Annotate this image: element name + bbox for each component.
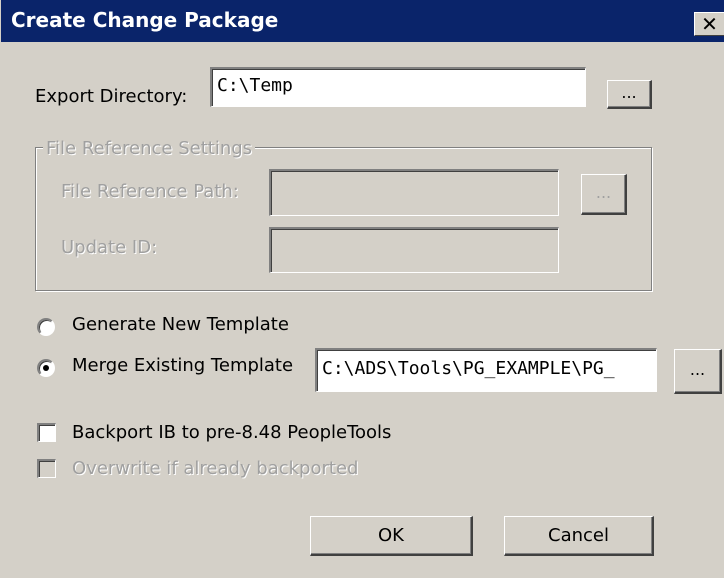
file-reference-settings-legend: File Reference Settings — [43, 138, 256, 159]
merge-template-browse-button[interactable]: ... — [674, 349, 722, 394]
overwrite-checkbox[interactable] — [37, 459, 56, 478]
window-title: Create Change Package — [11, 8, 279, 32]
file-reference-path-input[interactable] — [269, 169, 559, 216]
merge-existing-template-radio[interactable] — [37, 359, 55, 377]
backport-label[interactable]: Backport IB to pre-8.48 PeopleTools — [72, 422, 391, 443]
ok-button[interactable]: OK — [310, 516, 473, 556]
close-button[interactable]: ✕ — [694, 12, 724, 36]
file-reference-browse-button[interactable]: ... — [581, 174, 627, 215]
backport-checkbox[interactable] — [37, 423, 56, 442]
overwrite-label[interactable]: Overwrite if already backported — [72, 458, 358, 479]
title-bar[interactable]: Create Change Package ✕ — [1, 0, 724, 42]
close-icon: ✕ — [701, 12, 718, 36]
cancel-button[interactable]: Cancel — [504, 516, 654, 556]
file-reference-path-label: File Reference Path: — [61, 181, 239, 202]
export-directory-input[interactable]: C:\Temp — [210, 67, 586, 107]
update-id-label: Update ID: — [61, 237, 158, 258]
export-browse-button[interactable]: ... — [607, 80, 652, 109]
create-change-package-dialog: Create Change Package ✕ Export Directory… — [0, 0, 724, 578]
merge-existing-template-label[interactable]: Merge Existing Template — [72, 355, 293, 376]
radio-selected-dot — [43, 365, 49, 371]
update-id-input[interactable] — [269, 227, 559, 273]
generate-new-template-radio[interactable] — [37, 318, 55, 336]
export-directory-label: Export Directory: — [35, 86, 188, 107]
merge-template-path-input[interactable]: C:\ADS\Tools\PG_EXAMPLE\PG_ — [315, 348, 657, 392]
generate-new-template-label[interactable]: Generate New Template — [72, 314, 289, 335]
